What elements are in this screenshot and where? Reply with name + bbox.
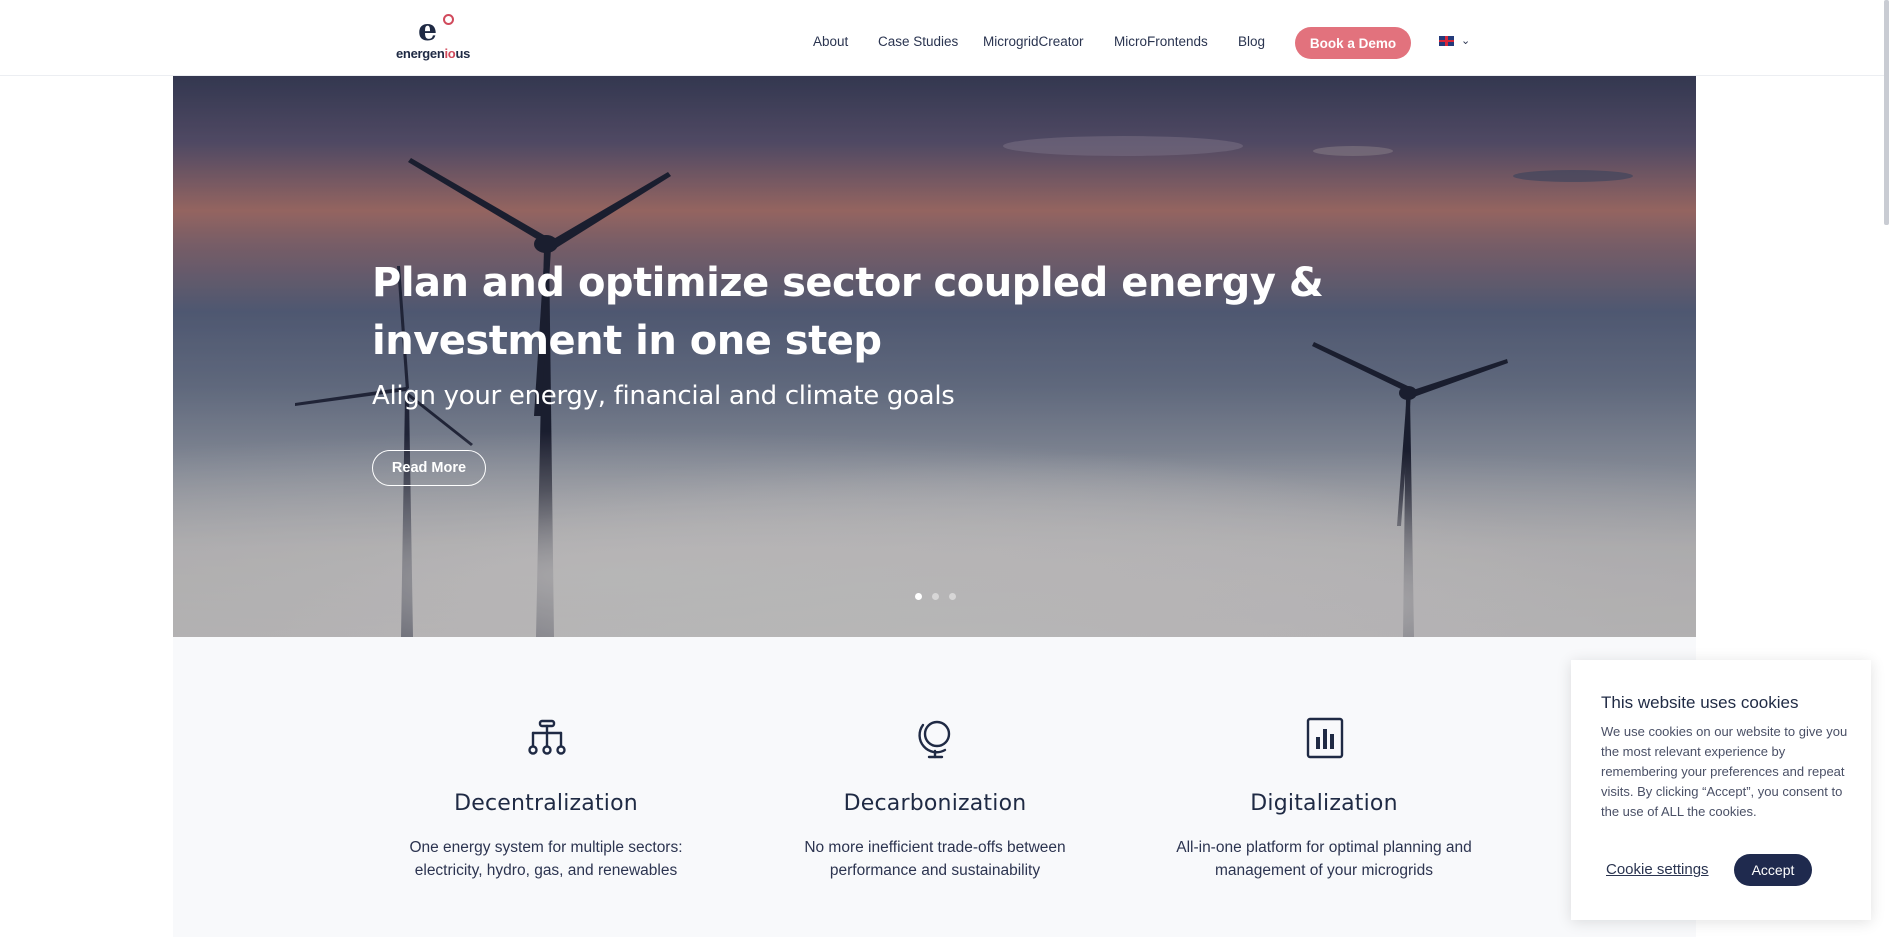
language-selector[interactable]: ⌄ — [1439, 35, 1475, 51]
site-header: e energenious About Case Studies Microgr… — [0, 0, 1889, 76]
accept-cookies-button[interactable]: Accept — [1734, 854, 1812, 886]
feature-title: Digitalization — [1250, 791, 1398, 816]
feature-title: Decentralization — [454, 791, 638, 816]
slider-dot-3[interactable] — [949, 593, 956, 600]
feature-text: No more inefficient trade-offs between p… — [804, 839, 1066, 879]
energenious-logo[interactable]: e energenious — [396, 12, 480, 62]
chevron-down-icon: ⌄ — [1461, 35, 1471, 47]
nav-microgridcreator[interactable]: MicrogridCreator — [983, 34, 1084, 49]
globe-icon — [918, 720, 951, 759]
page-scrollbar[interactable] — [1884, 0, 1889, 225]
nav-blog[interactable]: Blog — [1238, 34, 1265, 49]
feature-text: All-in-one platform for optimal planning… — [1176, 839, 1472, 879]
feature-title: Decarbonization — [843, 791, 1027, 816]
slider-dot-1[interactable] — [915, 593, 922, 600]
read-more-button[interactable]: Read More — [372, 450, 486, 486]
bar-chart-icon — [1306, 717, 1344, 759]
hero-title: Plan and optimize sector coupled energy … — [372, 260, 1324, 364]
logo-wordmark: energenious — [396, 46, 471, 61]
logo-mark: e — [418, 13, 438, 48]
logo-ring-icon — [443, 14, 454, 25]
cookie-text: We use cookies on our website to give yo… — [1601, 724, 1848, 819]
cookie-banner: This website uses cookies We use cookies… — [1571, 660, 1871, 920]
slider-dot-2[interactable] — [932, 593, 939, 600]
nav-about[interactable]: About — [813, 34, 848, 49]
hero-subtitle: Align your energy, financial and climate… — [372, 381, 955, 411]
nav-microfrontends[interactable]: MicroFrontends — [1114, 34, 1208, 49]
cookie-settings-link[interactable]: Cookie settings — [1606, 861, 1709, 878]
features-section: Decentralization One energy system for m… — [173, 637, 1696, 937]
cookie-title: This website uses cookies — [1601, 693, 1799, 712]
nav-case-studies[interactable]: Case Studies — [878, 34, 958, 49]
uk-flag-icon — [1439, 36, 1454, 46]
book-demo-button[interactable]: Book a Demo — [1295, 27, 1411, 59]
sitemap-icon — [528, 719, 566, 755]
feature-text: One energy system for multiple sectors: … — [409, 839, 683, 879]
hero-slider: Plan and optimize sector coupled energy … — [173, 76, 1696, 637]
